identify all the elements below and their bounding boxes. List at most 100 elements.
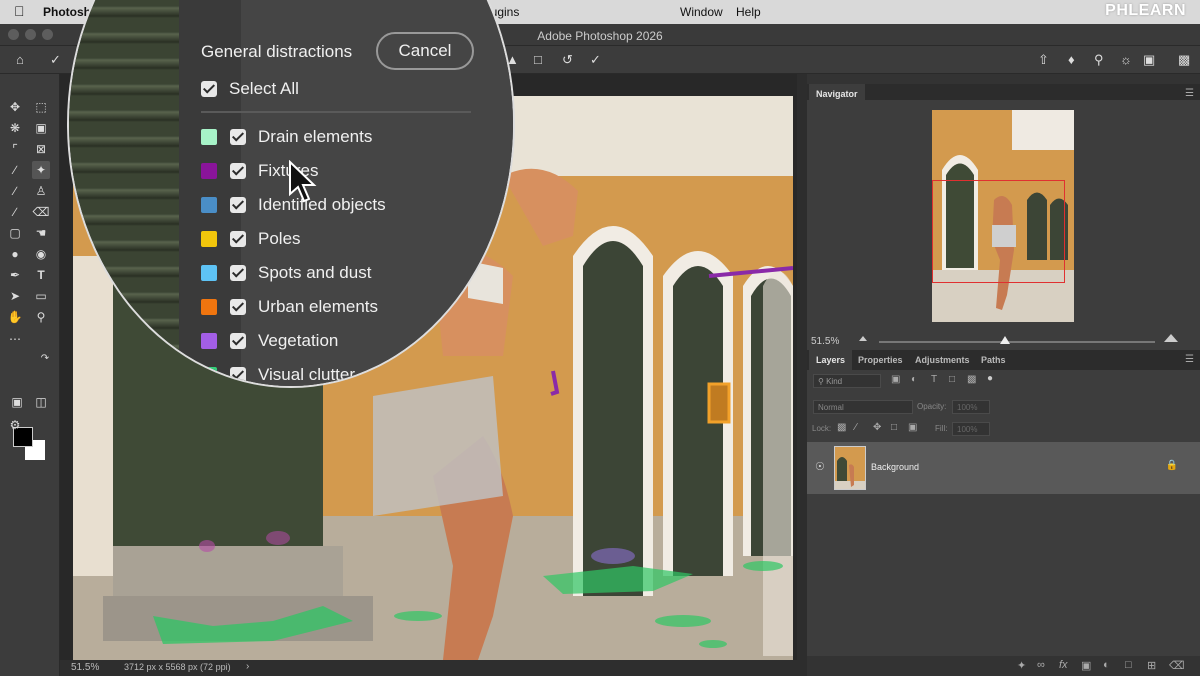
category-checkbox[interactable] — [230, 333, 246, 349]
tab-paths[interactable]: Paths — [974, 350, 1013, 370]
folder-icon[interactable]: □ — [1125, 659, 1132, 671]
move-icon[interactable]: ✥ — [6, 98, 24, 116]
trash-icon[interactable]: ⌫ — [1169, 659, 1185, 672]
lock-pixels-icon[interactable]: ∕ — [855, 422, 857, 433]
opacity-field[interactable]: 100% — [952, 400, 990, 414]
type-icon[interactable]: T — [32, 266, 50, 284]
burn-icon[interactable]: ◉ — [32, 245, 50, 263]
checkmark-icon[interactable]: ✓ — [590, 52, 601, 68]
navigator-zoom-value[interactable]: 51.5% — [811, 336, 839, 347]
eye-icon[interactable]: ☉ — [815, 460, 825, 473]
category-checkbox[interactable] — [230, 197, 246, 213]
category-checkbox[interactable] — [230, 129, 246, 145]
history-brush-icon[interactable]: ∕ — [6, 203, 24, 221]
bell-icon[interactable]: ♦ — [1068, 52, 1075, 67]
select-all-label[interactable]: Select All — [229, 79, 299, 99]
lock-all-icon[interactable]: ▣ — [908, 422, 917, 433]
status-zoom[interactable]: 51.5% — [71, 662, 99, 673]
brush-tool-icon[interactable]: ∕ — [6, 182, 24, 200]
fx-icon[interactable]: fx — [1059, 659, 1068, 671]
lock-position-icon[interactable]: ✥ — [873, 422, 881, 433]
menu-help[interactable]: Help — [736, 5, 761, 19]
path-select-icon[interactable]: ➤ — [6, 287, 24, 305]
category-label[interactable]: Poles — [258, 229, 301, 249]
filter-pixel-icon[interactable]: ▣ — [891, 374, 900, 385]
crop-icon[interactable]: ⌜ — [6, 140, 24, 158]
category-checkbox[interactable] — [230, 299, 246, 315]
chevron-right-icon[interactable]: › — [246, 661, 249, 672]
category-label[interactable]: Identified objects — [258, 195, 386, 215]
layer-row-background[interactable]: ☉ Background 🔒 — [807, 442, 1200, 494]
swap-colors-icon[interactable]: ↷ — [36, 350, 54, 368]
lock-transparent-icon[interactable]: ▩ — [837, 422, 846, 433]
home-icon[interactable]: ⌂ — [16, 52, 24, 67]
spot-heal-icon[interactable]: ✦ — [32, 161, 50, 179]
panel-menu-icon[interactable]: ☰ — [1185, 354, 1194, 365]
filter-shape-icon[interactable]: □ — [949, 374, 955, 385]
lock-icon[interactable]: 🔒 — [1166, 460, 1178, 471]
bulb-icon[interactable]: ☼ — [1120, 52, 1132, 67]
comment-icon[interactable]: □ — [534, 52, 542, 67]
search-icon[interactable]: ⚲ — [1094, 52, 1104, 68]
tab-layers[interactable]: Layers — [809, 350, 853, 370]
brush-icon[interactable]: ✓ — [50, 52, 61, 68]
zoom-icon[interactable]: ⚲ — [32, 308, 50, 326]
eraser-icon[interactable]: ⌫ — [32, 203, 50, 221]
category-label[interactable]: Visual clutter — [258, 365, 355, 385]
layer-kind-filter[interactable]: ⚲ Kind — [813, 374, 881, 388]
filter-smart-icon[interactable]: ▩ — [967, 374, 976, 385]
vertical-scrollbar[interactable] — [797, 74, 807, 676]
adjust-icon[interactable]: ✦ — [1017, 659, 1026, 672]
panel-menu-icon[interactable]: ☰ — [1185, 88, 1194, 99]
lasso-icon[interactable]: ❋ — [6, 119, 24, 137]
tab-adjustments[interactable]: Adjustments — [908, 350, 977, 370]
category-checkbox[interactable] — [230, 265, 246, 281]
category-checkbox[interactable] — [230, 367, 246, 383]
eyedropper-icon[interactable]: ∕ — [6, 161, 24, 179]
link-icon[interactable]: ∞ — [1037, 659, 1045, 671]
screen-mode-icon[interactable]: ◫ — [32, 393, 50, 411]
select-all-checkbox[interactable] — [201, 81, 217, 97]
dodge-icon[interactable]: ● — [6, 245, 24, 263]
zoom-slider-handle[interactable] — [1000, 336, 1010, 344]
arrange-icon[interactable]: ▩ — [1178, 52, 1190, 68]
navigator-thumbnail[interactable] — [932, 110, 1074, 322]
apple-icon[interactable]:  — [14, 3, 25, 19]
category-label[interactable]: Drain elements — [258, 127, 372, 147]
filter-type-icon[interactable]: T — [931, 374, 937, 385]
category-label[interactable]: Urban elements — [258, 297, 378, 317]
category-checkbox[interactable] — [230, 231, 246, 247]
cancel-button[interactable]: Cancel — [376, 32, 474, 70]
menu-window[interactable]: Window — [680, 5, 723, 19]
category-checkbox[interactable] — [230, 163, 246, 179]
tab-properties[interactable]: Properties — [851, 350, 910, 370]
undo-icon[interactable]: ↺ — [562, 52, 573, 68]
pen-icon[interactable]: ✒ — [6, 266, 24, 284]
share-icon[interactable]: ⇧ — [1038, 52, 1049, 68]
frame-icon[interactable]: ⊠ — [32, 140, 50, 158]
quick-mask-icon[interactable]: ▣ — [8, 393, 26, 411]
hand-icon[interactable]: ✋ — [6, 308, 24, 326]
filter-adjustment-icon[interactable]: ◐ — [911, 374, 917, 385]
zoom-in-icon[interactable] — [1164, 334, 1178, 342]
edit-toolbar-icon[interactable]: ⚙ — [6, 416, 24, 434]
marquee-icon[interactable]: ⬚ — [32, 98, 50, 116]
zoom-out-icon[interactable] — [859, 336, 867, 341]
layer-thumbnail[interactable] — [834, 446, 866, 490]
object-select-icon[interactable]: ▣ — [32, 119, 50, 137]
adjustment-layer-icon[interactable]: ◐ — [1103, 659, 1110, 671]
lock-artboard-icon[interactable]: □ — [891, 422, 897, 433]
category-label[interactable]: Vegetation — [258, 331, 338, 351]
category-label[interactable]: Spots and dust — [258, 263, 371, 283]
navigator-view-box[interactable] — [932, 180, 1065, 283]
panel-icon[interactable]: ▣ — [1143, 52, 1155, 68]
navigator-zoom-slider[interactable] — [879, 341, 1155, 343]
rectangle-icon[interactable]: ▭ — [32, 287, 50, 305]
gradient-icon[interactable]: ▢ — [6, 224, 24, 242]
layer-name[interactable]: Background — [871, 462, 919, 472]
new-layer-icon[interactable]: ⊞ — [1147, 659, 1156, 672]
smudge-icon[interactable]: ☚ — [32, 224, 50, 242]
fill-field[interactable]: 100% — [952, 422, 990, 436]
mask-add-icon[interactable]: ▣ — [1081, 659, 1091, 672]
stamp-icon[interactable]: ♙ — [32, 182, 50, 200]
